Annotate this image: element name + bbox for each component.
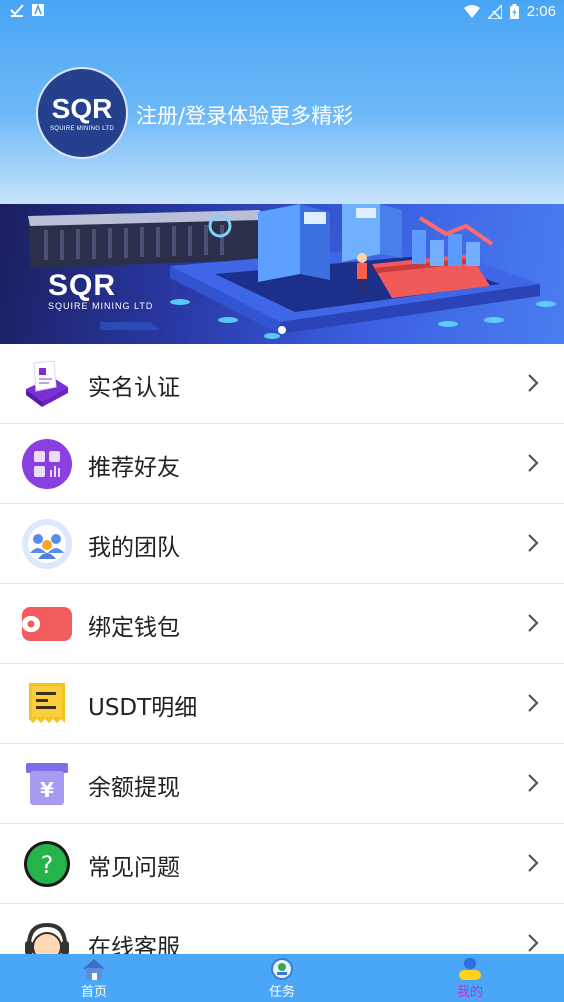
svg-text:?: ? (41, 851, 54, 879)
question-icon: ? (24, 841, 70, 887)
recommend-friends-icon (22, 439, 72, 489)
chevron-right-icon (528, 854, 539, 872)
status-bar: 2:06 (0, 0, 564, 24)
tab-profile-label: 我的 (456, 985, 483, 1000)
menu-list: 实名认证 推荐好友 我的团队 绑定钱包 USDT明细 ¥ 余额提现 ? 常见问题… (0, 344, 564, 984)
chevron-right-icon (528, 934, 539, 952)
menu-item-recommend-friends[interactable]: 推荐好友 (0, 424, 564, 504)
no-signal-icon (487, 4, 502, 19)
download-done-icon (10, 4, 24, 17)
tab-home-label: 首页 (80, 985, 107, 1000)
avatar-logo-subtext: SQUIRE MINING LTD (50, 126, 114, 132)
svg-text:¥: ¥ (40, 778, 54, 802)
tab-home[interactable]: 首页 (34, 954, 154, 1002)
menu-item-label: USDT明细 (88, 695, 198, 721)
menu-item-balance-withdraw[interactable]: ¥ 余额提现 (0, 744, 564, 824)
withdraw-icon: ¥ (26, 763, 68, 805)
menu-item-label: 绑定钱包 (88, 615, 180, 641)
chevron-right-icon (528, 454, 539, 472)
chevron-right-icon (528, 694, 539, 712)
home-icon (83, 959, 105, 980)
login-prompt-link[interactable]: 注册/登录体验更多精彩 (136, 100, 353, 130)
chevron-right-icon (528, 774, 539, 792)
wallet-icon (22, 607, 72, 641)
menu-item-real-name-verification[interactable]: 实名认证 (0, 344, 564, 424)
chevron-right-icon (528, 374, 539, 392)
chevron-right-icon (528, 614, 539, 632)
profile-header: SQR SQUIRE MINING LTD 注册/登录体验更多精彩 (0, 0, 564, 204)
banner-logo-text: SQR (48, 269, 117, 302)
menu-item-my-team[interactable]: 我的团队 (0, 504, 564, 584)
menu-item-label: 余额提现 (88, 775, 180, 801)
team-icon (22, 519, 72, 569)
task-icon (271, 958, 293, 980)
avatar[interactable]: SQR SQUIRE MINING LTD (36, 67, 128, 159)
menu-item-label: 实名认证 (88, 375, 180, 401)
id-verification-icon (26, 360, 68, 407)
tab-tasks-label: 任务 (268, 985, 295, 1000)
wifi-icon (463, 4, 480, 18)
menu-item-label: 推荐好友 (88, 455, 180, 481)
profile-icon (459, 958, 481, 980)
bottom-nav: 首页 任务 我的 (0, 954, 564, 1002)
menu-item-label: 我的团队 (88, 535, 180, 561)
avatar-logo-text: SQR (51, 93, 113, 124)
app-notification-icon (32, 4, 44, 16)
banner-indicator-dot[interactable] (278, 326, 286, 334)
menu-item-usdt-details[interactable]: USDT明细 (0, 664, 564, 744)
promo-banner[interactable]: SQR SQUIRE MINING LTD (0, 204, 564, 344)
banner-logo: SQR SQUIRE MINING LTD (48, 269, 153, 311)
menu-item-faq[interactable]: ? 常见问题 (0, 824, 564, 904)
chevron-right-icon (528, 534, 539, 552)
banner-logo-subtext: SQUIRE MINING LTD (48, 301, 154, 311)
tab-tasks[interactable]: 任务 (222, 954, 342, 1002)
battery-icon (509, 4, 519, 19)
receipt-icon (29, 683, 65, 723)
status-time: 2:06 (526, 3, 556, 20)
tab-profile[interactable]: 我的 (410, 954, 530, 1002)
menu-item-bind-wallet[interactable]: 绑定钱包 (0, 584, 564, 664)
menu-item-label: 常见问题 (88, 855, 180, 881)
